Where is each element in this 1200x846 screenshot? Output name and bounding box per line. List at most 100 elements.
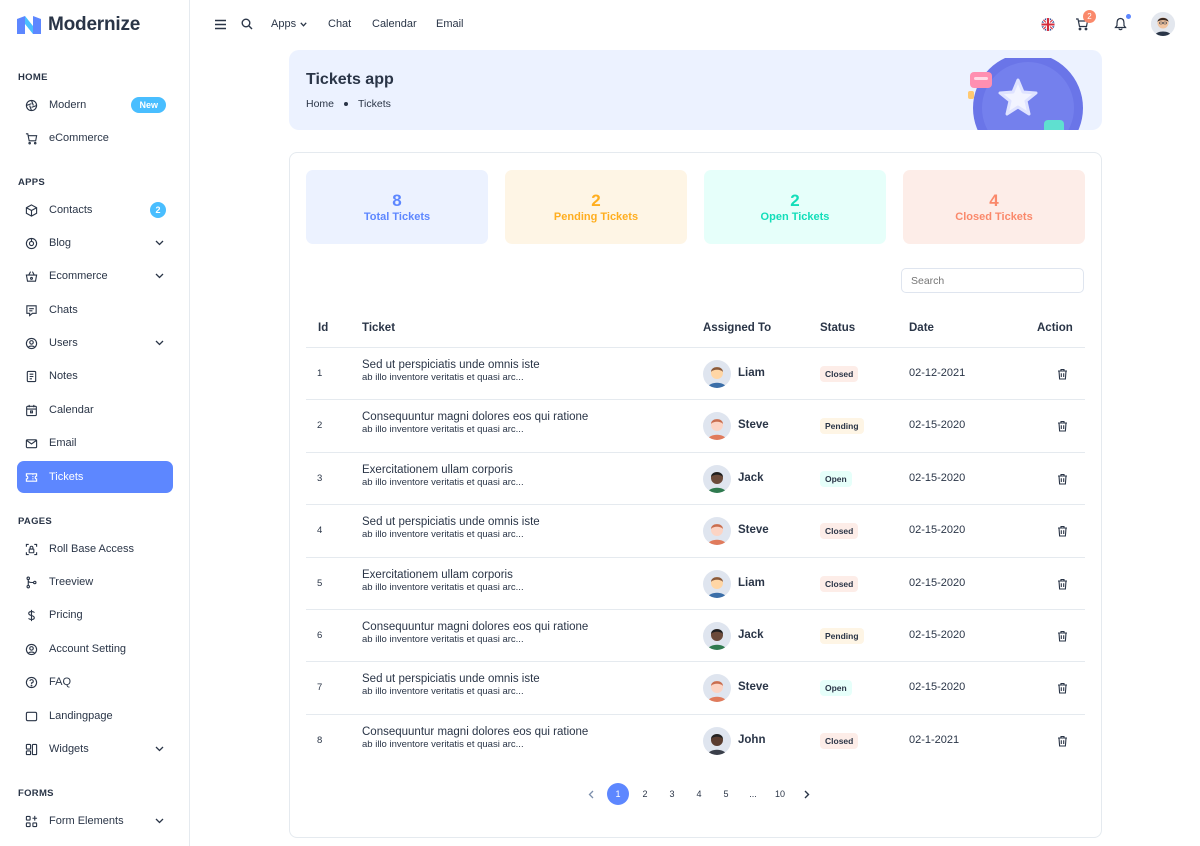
bell-icon[interactable] (1113, 17, 1127, 31)
table-row[interactable]: 6 Consequuntur magni dolores eos qui rati… (306, 609, 1085, 661)
user-avatar[interactable] (1151, 12, 1175, 36)
page-header-banner: Tickets app Home Tickets (289, 50, 1102, 130)
sidebar-item-account-setting[interactable]: Account Setting (17, 633, 173, 665)
ticket-cell[interactable]: Sed ut perspiciatis unde omnis iste ab il… (362, 359, 540, 383)
breadcrumb-separator (344, 102, 349, 106)
sidebar-item-ecommerce[interactable]: Ecommerce (17, 260, 173, 292)
col-header-action: Action (1037, 322, 1073, 334)
uk-flag-icon[interactable] (1041, 17, 1055, 31)
page-2-button[interactable]: 2 (634, 783, 656, 805)
prev-page-button[interactable] (580, 783, 602, 805)
contacts-count-badge: 2 (150, 202, 166, 218)
sidebar-item-contacts[interactable]: Contacts 2 (17, 194, 173, 226)
assignee-avatar (703, 412, 731, 441)
cart-count-badge: 2 (1083, 10, 1096, 23)
sidebar-item-modern[interactable]: Modern New (17, 89, 173, 121)
assignee-name: Steve (738, 419, 769, 432)
table-row[interactable]: 8 Consequuntur magni dolores eos qui rati… (306, 713, 1085, 766)
trash-icon[interactable] (1056, 368, 1068, 380)
ticket-title: Exercitationem ullam corporis (362, 568, 513, 581)
sidebar-item-pricing[interactable]: Pricing (17, 599, 173, 631)
sidebar-item-users[interactable]: Users (17, 327, 173, 359)
ticket-id: 4 (317, 525, 323, 537)
chat-link[interactable]: Chat (328, 18, 351, 30)
page-3-button[interactable]: 3 (661, 783, 683, 805)
ticket-description: ab illo inventore veritatis et quasi arc… (362, 738, 524, 750)
search-icon[interactable] (240, 17, 254, 31)
sidebar-item-notes[interactable]: Notes (17, 360, 173, 392)
page-title: Tickets app (306, 71, 394, 88)
app-name: Modernize (48, 14, 141, 35)
app-window-icon (24, 709, 38, 723)
logo[interactable]: Modernize (17, 14, 140, 36)
assignee-avatar (703, 726, 731, 755)
assignee-avatar (703, 517, 731, 546)
table-row[interactable]: 4 Sed ut perspiciatis unde omnis iste ab i… (306, 504, 1085, 556)
ticket-cell[interactable]: Exercitationem ullam corporis ab illo inv… (362, 569, 524, 593)
breadcrumb-home[interactable]: Home (306, 98, 334, 110)
trash-icon[interactable] (1056, 630, 1068, 642)
stat-pending-tickets[interactable]: 2 Pending Tickets (505, 170, 687, 244)
assignee-name: Steve (738, 681, 769, 694)
sidebar: Modernize HOME Modern New eCommerce APPS… (0, 0, 190, 846)
page-4-button[interactable]: 4 (688, 783, 710, 805)
trash-icon[interactable] (1056, 525, 1068, 537)
ticket-id: 2 (317, 420, 323, 432)
sidebar-item-tickets[interactable]: Tickets (17, 461, 173, 493)
table-row[interactable]: 5 Exercitationem ullam corporis ab illo in… (306, 556, 1085, 609)
page-1-button[interactable]: 1 (607, 783, 629, 805)
stat-closed-tickets[interactable]: 4 Closed Tickets (903, 170, 1085, 244)
sidebar-item-ecommerce-dashboard[interactable]: eCommerce (17, 122, 173, 154)
chevron-down-icon (154, 744, 164, 754)
assignee-name: John (738, 733, 766, 746)
ticket-cell[interactable]: Sed ut perspiciatis unde omnis iste ab il… (362, 673, 540, 697)
email-link[interactable]: Email (436, 18, 464, 30)
sidebar-item-chats[interactable]: Chats (17, 294, 173, 326)
apps-menu[interactable]: Apps (271, 18, 307, 30)
table-row[interactable]: 2 Consequuntur magni dolores eos qui rati… (306, 399, 1085, 451)
sidebar-item-form-elements[interactable]: Form Elements (17, 805, 173, 837)
sidebar-item-blog[interactable]: Blog (17, 227, 173, 259)
table-row[interactable]: 1 Sed ut perspiciatis unde omnis iste ab i… (306, 347, 1085, 399)
sidebar-item-faq[interactable]: FAQ (17, 666, 173, 698)
ticket-cell[interactable]: Consequuntur magni dolores eos qui ratio… (362, 621, 588, 645)
next-page-button[interactable] (796, 783, 818, 805)
trash-icon[interactable] (1056, 735, 1068, 747)
sidebar-item-treeview[interactable]: Treeview (17, 566, 173, 598)
menu-icon[interactable] (213, 17, 227, 31)
ticket-description: ab illo inventore veritatis et quasi arc… (362, 686, 524, 698)
stat-open-tickets[interactable]: 2 Open Tickets (704, 170, 886, 244)
ticket-cell[interactable]: Exercitationem ullam corporis ab illo inv… (362, 464, 524, 488)
assignee-avatar (703, 360, 731, 388)
status-badge: Pending (820, 418, 864, 435)
ticket-title: Consequuntur magni dolores eos qui ratio… (362, 621, 589, 633)
ticket-cell[interactable]: Sed ut perspiciatis unde omnis iste ab il… (362, 516, 540, 540)
nav-section-home: HOME (18, 72, 48, 83)
sidebar-item-widgets[interactable]: Widgets (17, 733, 173, 765)
trash-icon[interactable] (1056, 682, 1068, 694)
table-row[interactable]: 3 Exercitationem ullam corporis ab illo in… (306, 451, 1085, 504)
ticket-cell[interactable]: Consequuntur magni dolores eos qui ratio… (362, 411, 588, 435)
page-5-button[interactable]: 5 (715, 783, 737, 805)
search-input[interactable] (901, 268, 1084, 293)
trash-icon[interactable] (1056, 420, 1068, 432)
chevron-down-icon (300, 21, 307, 27)
calendar-link[interactable]: Calendar (372, 18, 417, 30)
sidebar-item-roll-base-access[interactable]: Roll Base Access (17, 533, 173, 565)
sidebar-item-calendar[interactable]: Calendar (17, 394, 173, 426)
ticket-id: 1 (317, 368, 323, 379)
trash-icon[interactable] (1056, 578, 1068, 590)
chart-donut-icon (24, 236, 38, 250)
status-badge: Closed (820, 366, 859, 382)
sidebar-item-email[interactable]: Email (17, 427, 173, 459)
stat-total-tickets[interactable]: 8 Total Tickets (306, 170, 488, 244)
ticket-description: ab illo inventore veritatis et quasi arc… (362, 581, 524, 593)
nav-section-forms: FORMS (18, 788, 54, 799)
trash-icon[interactable] (1056, 473, 1068, 485)
ticket-id: 3 (317, 472, 323, 484)
notification-dot (1126, 14, 1131, 19)
sidebar-item-landingpage[interactable]: Landingpage (17, 700, 173, 732)
page-10-button[interactable]: 10 (769, 783, 791, 805)
ticket-cell[interactable]: Consequuntur magni dolores eos qui ratio… (362, 726, 588, 750)
table-row[interactable]: 7 Sed ut perspiciatis unde omnis iste ab i… (306, 661, 1085, 713)
